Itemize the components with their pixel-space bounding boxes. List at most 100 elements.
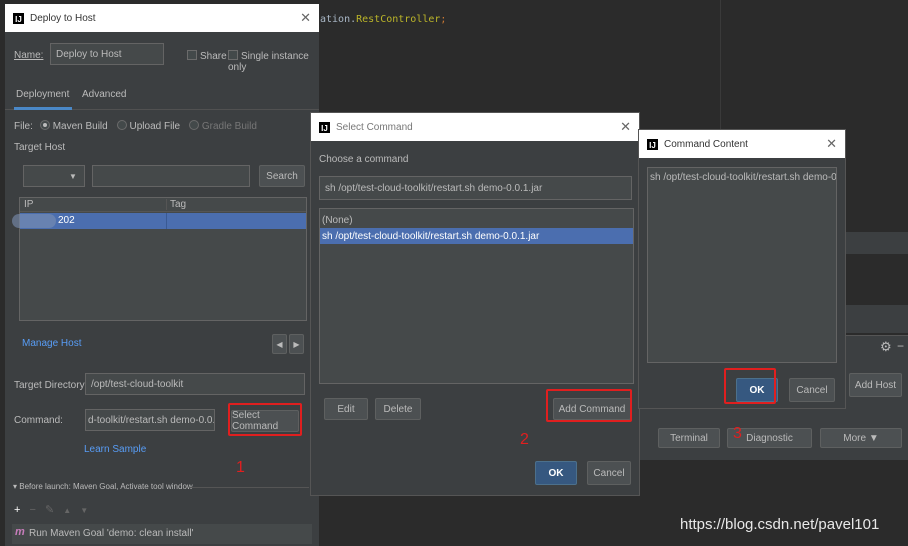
step-number-3: 3 <box>733 425 742 442</box>
gear-icon[interactable]: ⚙ <box>880 339 892 355</box>
radio-maven-build[interactable]: Maven Build <box>39 120 108 132</box>
search-button[interactable]: Search <box>259 165 305 187</box>
command-list: (None) sh /opt/test-cloud-toolkit/restar… <box>319 208 634 384</box>
step-number-1: 1 <box>236 459 245 476</box>
manage-host-link[interactable]: Manage Host <box>22 338 81 349</box>
before-launch-label: ▾ Before launch: Maven Goal, Activate to… <box>13 482 193 491</box>
command-content-title: Command Content <box>664 138 748 150</box>
column-header-tag: Tag <box>166 199 186 210</box>
before-launch-list[interactable]: m Run Maven Goal 'demo: clean install' <box>12 524 312 544</box>
radio-gradle-build-circle[interactable] <box>188 120 199 130</box>
right-panel-strip-2 <box>842 305 908 333</box>
move-up-icon[interactable]: ▲ <box>63 506 71 515</box>
selected-command-input[interactable]: sh /opt/test-cloud-toolkit/restart.sh de… <box>319 176 632 200</box>
chevron-left-icon: ◀ <box>276 339 283 349</box>
deploy-dialog-titlebar: IJ Deploy to Host ✕ <box>5 4 319 32</box>
chevron-down-icon: ▼ <box>69 171 77 181</box>
code-line: ation.RestController; <box>320 14 446 25</box>
select-command-dialog: IJ Select Command ✕ Choose a command sh … <box>310 112 640 496</box>
command-content-textarea[interactable]: sh /opt/test-cloud-toolkit/restart.sh de… <box>647 167 837 363</box>
list-item[interactable]: sh /opt/test-cloud-toolkit/restart.sh de… <box>320 228 633 244</box>
delete-button[interactable]: Delete <box>375 398 421 420</box>
command-content-text: sh /opt/test-cloud-toolkit/restart.sh de… <box>650 172 837 183</box>
before-launch-toolbar: + − ✎ ▲ ▼ <box>14 503 88 516</box>
edit-icon[interactable]: ✎ <box>45 504 54 516</box>
tab-deployment-underline <box>14 107 72 110</box>
host-group-select[interactable]: ▼ <box>23 165 85 187</box>
choose-command-prompt: Choose a command <box>319 154 409 165</box>
before-launch-item-label: Run Maven Goal 'demo: clean install' <box>29 528 194 539</box>
close-icon[interactable]: ✕ <box>826 136 837 152</box>
before-launch-section[interactable]: ▾ Before launch: Maven Goal, Activate to… <box>13 482 193 491</box>
learn-sample-link[interactable]: Learn Sample <box>84 444 146 455</box>
right-panel-strip-1 <box>842 232 908 254</box>
code-prefix: ation. <box>320 14 357 25</box>
table-header: IP Tag <box>20 198 306 212</box>
remove-icon[interactable]: − <box>30 504 36 516</box>
share-checkbox-box[interactable] <box>187 50 197 60</box>
page-next-button[interactable]: ▶ <box>289 334 304 354</box>
command-content-dialog: IJ Command Content ✕ sh /opt/test-cloud-… <box>638 129 846 409</box>
tab-advanced[interactable]: Advanced <box>82 89 126 100</box>
cancel-button[interactable]: Cancel <box>587 461 631 485</box>
minimize-icon[interactable]: − <box>897 339 904 353</box>
command-label: Command: <box>14 415 63 426</box>
ok-button[interactable]: OK <box>535 461 577 485</box>
deploy-dialog: IJ Deploy to Host ✕ Name: Deploy to Host… <box>5 4 319 546</box>
radio-maven-build-label: Maven Build <box>52 121 108 132</box>
name-label: Name: <box>14 50 44 61</box>
target-directory-input[interactable]: /opt/test-cloud-toolkit <box>85 373 305 395</box>
step-number-2: 2 <box>520 431 529 448</box>
add-icon[interactable]: + <box>14 504 20 516</box>
intellij-app-icon: IJ <box>647 138 658 150</box>
cancel-button[interactable]: Cancel <box>789 378 835 402</box>
radio-upload-file[interactable]: Upload File <box>116 120 181 132</box>
deploy-dialog-title: Deploy to Host <box>30 12 96 24</box>
file-radio-group: File: Maven Build Upload File Gradle Bui… <box>14 120 257 132</box>
radio-maven-build-circle[interactable] <box>39 120 50 130</box>
command-input[interactable]: d-toolkit/restart.sh demo-0.0.1.jar <box>85 409 215 431</box>
close-icon[interactable]: ✕ <box>620 119 631 135</box>
radio-gradle-build-label: Gradle Build <box>201 121 257 132</box>
host-ip-cell: 202 <box>58 215 75 226</box>
intellij-app-icon: IJ <box>319 121 330 133</box>
intellij-app-icon: IJ <box>13 12 24 24</box>
ip-redaction-blur <box>12 214 56 228</box>
radio-upload-file-label: Upload File <box>129 121 181 132</box>
terminal-tab-button[interactable]: Terminal <box>658 428 720 448</box>
select-command-title: Select Command <box>336 121 413 133</box>
highlight-ok <box>724 368 776 404</box>
chevron-right-icon: ▶ <box>293 339 300 349</box>
close-icon[interactable]: ✕ <box>300 10 311 26</box>
column-header-ip: IP <box>24 199 34 210</box>
list-item[interactable]: (None) <box>320 212 633 228</box>
radio-upload-file-circle[interactable] <box>116 120 127 130</box>
add-host-button[interactable]: Add Host <box>849 373 902 397</box>
target-directory-label: Target Directory: <box>14 380 88 391</box>
share-label: Share <box>200 51 227 62</box>
edit-button[interactable]: Edit <box>324 398 368 420</box>
share-checkbox[interactable]: Share <box>187 50 227 62</box>
file-label: File: <box>14 121 33 132</box>
tab-deployment[interactable]: Deployment <box>16 89 69 100</box>
move-down-icon[interactable]: ▼ <box>80 506 88 515</box>
command-content-titlebar: IJ Command Content ✕ <box>639 130 845 158</box>
table-row[interactable]: 202 <box>12 213 306 229</box>
more-dropdown-button[interactable]: More ▼ <box>820 428 902 448</box>
host-search-input[interactable] <box>92 165 250 187</box>
select-command-titlebar: IJ Select Command ✕ <box>311 113 639 141</box>
radio-gradle-build[interactable]: Gradle Build <box>188 120 257 132</box>
host-tag-cell <box>166 213 167 229</box>
tab-bar: Deployment Advanced <box>5 82 319 110</box>
maven-icon: m <box>15 526 25 538</box>
single-instance-checkbox[interactable]: Single instance only <box>228 50 319 73</box>
before-launch-divider <box>189 487 309 488</box>
code-class: RestController <box>356 14 441 25</box>
target-host-label: Target Host <box>14 142 66 153</box>
single-instance-label: Single instance only <box>228 51 309 73</box>
watermark: https://blog.csdn.net/pavel101 <box>680 516 880 533</box>
highlight-select-command <box>228 403 302 436</box>
name-input[interactable]: Deploy to Host <box>50 43 164 65</box>
page-prev-button[interactable]: ◀ <box>272 334 287 354</box>
single-instance-checkbox-box[interactable] <box>228 50 238 60</box>
